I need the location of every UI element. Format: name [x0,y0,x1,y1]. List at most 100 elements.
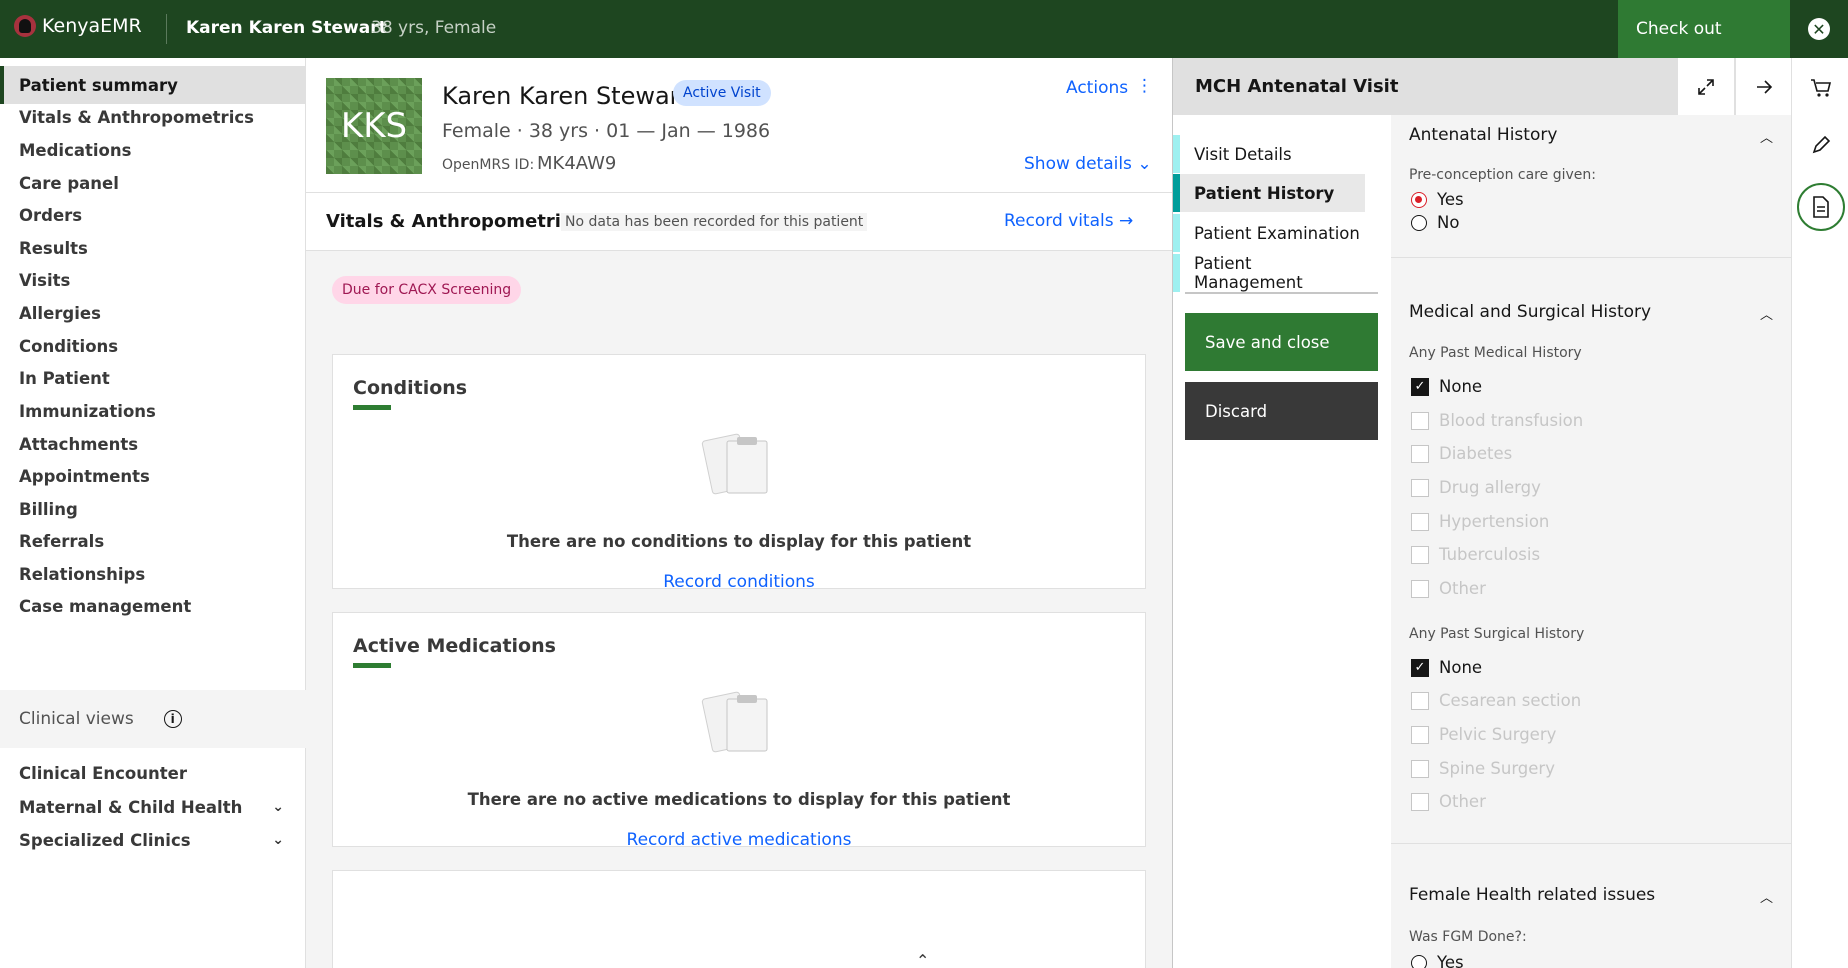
form-nav-visit-details[interactable]: Visit Details [1173,135,1365,173]
overflow-menu-icon[interactable]: ⋮ [1136,76,1153,96]
checkbox[interactable] [1411,478,1429,497]
discard-button[interactable]: Discard [1185,382,1378,440]
empty-state-clipboard-icon [701,691,768,753]
checkbox[interactable] [1411,512,1429,531]
active-visit-tag: Active Visit [673,80,771,106]
option-label: Yes [1437,953,1464,968]
checkbox[interactable] [1411,579,1429,598]
active-indicator [1796,182,1845,231]
actions-menu-button[interactable]: Actions [1066,78,1128,98]
conditions-empty-message: There are no conditions to display for t… [506,532,972,551]
medical-surgical-history-title[interactable]: Medical and Surgical History [1409,302,1651,322]
active-medications-title: Active Medications [353,635,556,657]
radio-option-no[interactable]: No [1411,213,1459,232]
conditions-card: Conditions There are no conditions to di… [332,354,1146,592]
chevron-up-icon[interactable]: ︿ [1760,127,1773,146]
action-menu-bar [1791,58,1848,968]
checkbox-drug-allergy[interactable]: Drug allergy [1411,478,1541,497]
option-label: Cesarean section [1439,691,1582,710]
chevron-up-icon[interactable]: ︿ [1760,887,1773,906]
nav-specialized-clinics[interactable]: Specialized Clinics ⌄ [0,821,306,859]
checkbox[interactable] [1411,691,1429,710]
patient-age-gender: 38 yrs, Female [371,18,497,38]
app-name: KenyaEMR [42,15,142,37]
title-underline [353,405,391,410]
fgm-question: Was FGM Done?: [1409,929,1527,945]
nav-label: Maternal & Child Health [19,797,243,817]
radio[interactable] [1411,214,1427,231]
checkbox-blood-transfusion[interactable]: Blood transfusion [1411,411,1583,430]
checkbox-cesarean-section[interactable]: Cesarean section [1411,691,1581,710]
next-card [332,870,1146,968]
billing-cart-button[interactable] [1792,59,1848,116]
chevron-down-icon: ⌄ [272,799,284,815]
patient-demographics: Female · 38 yrs · 01 — Jan — 1986 [442,120,771,142]
checkbox-hypertension[interactable]: Hypertension [1411,512,1549,531]
option-label: Yes [1437,190,1464,209]
option-label: Drug allergy [1439,478,1541,497]
record-conditions-link[interactable]: Record conditions [333,572,1145,592]
check-out-button[interactable]: Check out [1618,0,1790,58]
clinical-views-label: Clinical views [19,709,134,729]
nav-clinical-encounter[interactable]: Clinical Encounter [0,754,306,792]
checkbox-other-medical[interactable]: Other [1411,579,1486,598]
checkbox-checked[interactable]: ✓ [1411,658,1429,677]
antenatal-history-title[interactable]: Antenatal History [1409,125,1557,145]
clinical-views-header: Clinical views i [0,690,306,748]
nav-case-management[interactable]: Case management [0,587,306,625]
radio[interactable] [1411,954,1427,968]
hide-workspace-button[interactable] [1735,58,1792,115]
radio-selected[interactable] [1411,191,1427,208]
chevron-down-icon: ⌄ [272,832,284,848]
checkbox-pelvic-surgery[interactable]: Pelvic Surgery [1411,725,1556,744]
medications-empty-message: There are no active medications to displ… [467,790,1011,809]
divider [166,14,167,44]
show-details-button[interactable]: Show details ⌄ [1024,154,1152,174]
expand-workspace-button[interactable] [1677,58,1734,115]
past-surgical-question: Any Past Surgical History [1409,626,1585,642]
vitals-title: Vitals & Anthropometrics [326,211,583,232]
record-vitals-link[interactable]: Record vitals → [1004,211,1133,231]
checkbox-spine-surgery[interactable]: Spine Surgery [1411,759,1555,778]
form-nav-patient-examination[interactable]: Patient Examination [1173,214,1365,252]
option-label: Other [1439,579,1486,598]
info-icon[interactable]: i [163,710,182,728]
save-and-close-button[interactable]: Save and close [1185,313,1378,371]
female-health-title[interactable]: Female Health related issues [1409,885,1655,905]
checkbox-tuberculosis[interactable]: Tuberculosis [1411,545,1540,564]
checkbox-none-surgical[interactable]: ✓ None [1411,658,1482,677]
title-underline [353,663,391,668]
app-logo[interactable]: KenyaEMR [14,15,142,37]
checkbox-diabetes[interactable]: Diabetes [1411,444,1512,463]
active-medications-card: Active Medications There are no active m… [332,612,1146,850]
close-patient-chart-button[interactable]: ✕ [1790,0,1848,58]
checkbox[interactable] [1411,411,1429,430]
option-label: None [1439,658,1483,677]
clinical-forms-button[interactable] [1792,178,1848,235]
chevron-up-icon[interactable]: ︿ [1760,304,1773,323]
chevron-up-icon[interactable]: ⌃ [916,951,929,968]
option-label: Tuberculosis [1439,545,1541,564]
top-navigation-bar: KenyaEMR Karen Karen Stewart 38 yrs, Fem… [0,0,1848,58]
patient-chart-sidebar: Patient summary Vitals & Anthropometrics… [0,58,306,968]
option-label: Pelvic Surgery [1439,725,1557,744]
checkbox-checked[interactable]: ✓ [1411,377,1429,396]
form-nav-patient-management[interactable]: Patient Management [1173,254,1365,292]
arrow-right-icon [1757,79,1773,94]
checkbox[interactable] [1411,725,1429,744]
option-label: None [1439,377,1483,396]
checkbox-other-surgical[interactable]: Other [1411,792,1486,811]
visit-note-button[interactable] [1792,116,1848,173]
expand-icon [1698,78,1714,95]
checkbox[interactable] [1411,759,1429,778]
option-label: Hypertension [1439,512,1550,531]
form-nav-patient-history[interactable]: Patient History [1173,174,1365,212]
record-medications-link[interactable]: Record active medications [333,830,1145,850]
checkbox-none-medical[interactable]: ✓ None [1411,377,1482,396]
empty-state-clipboard-icon [701,433,768,495]
checkbox[interactable] [1411,792,1429,811]
radio-option-yes[interactable]: Yes [1411,953,1464,968]
checkbox[interactable] [1411,545,1429,564]
radio-option-yes[interactable]: Yes [1411,190,1464,209]
checkbox[interactable] [1411,444,1429,463]
